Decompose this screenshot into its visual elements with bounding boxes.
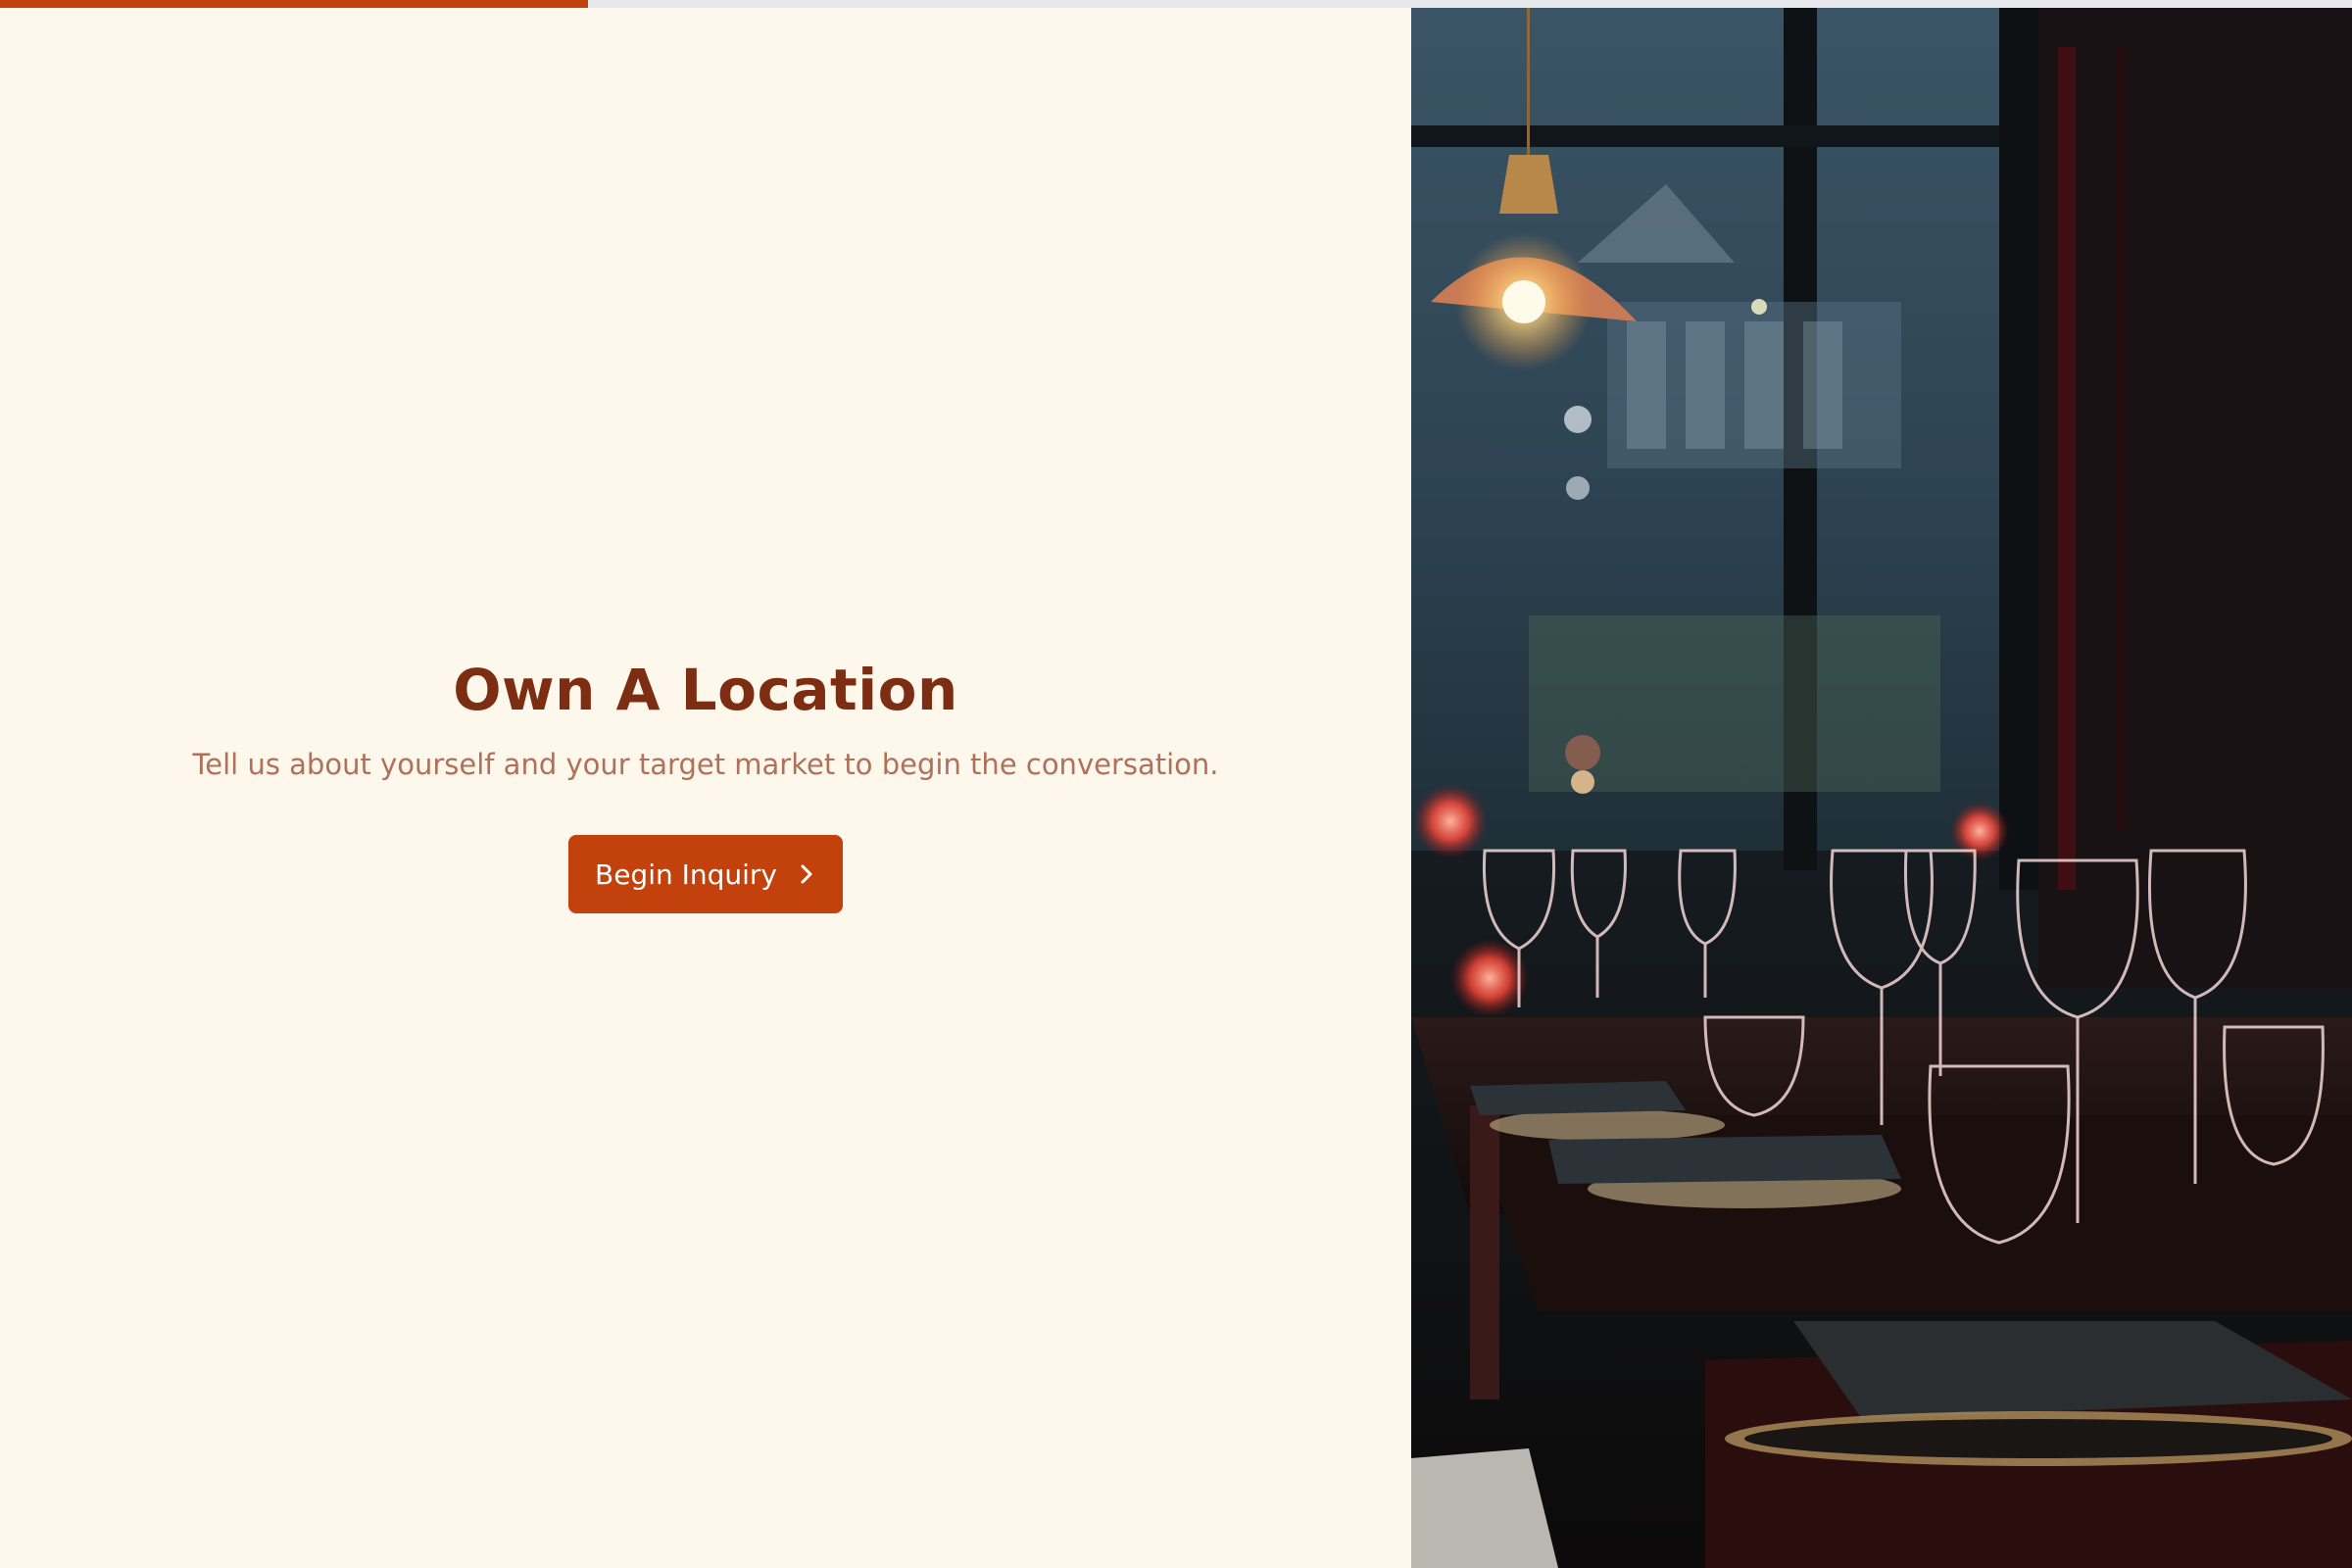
restaurant-interior-photo: [1411, 8, 2352, 1568]
page-subtitle: Tell us about yourself and your target m…: [192, 748, 1219, 781]
begin-inquiry-button[interactable]: Begin Inquiry: [568, 835, 843, 913]
hero-content: Own A Location Tell us about yourself an…: [0, 655, 1411, 913]
hero-panel: Own A Location Tell us about yourself an…: [0, 8, 1411, 1568]
page-title: Own A Location: [453, 657, 958, 723]
progress-bar-fill: [0, 0, 588, 8]
chevron-right-icon: [797, 860, 816, 888]
begin-inquiry-label: Begin Inquiry: [594, 858, 778, 891]
progress-bar: [0, 0, 2352, 8]
